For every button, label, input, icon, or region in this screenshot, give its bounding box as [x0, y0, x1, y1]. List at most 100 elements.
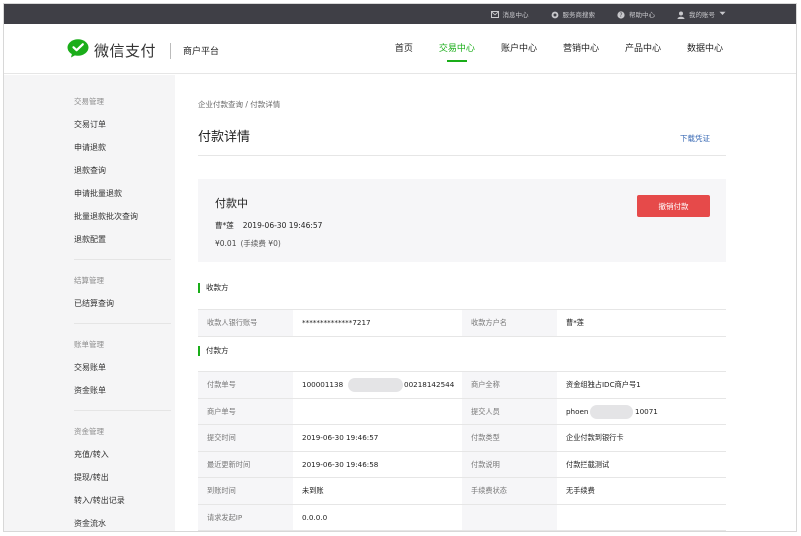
sidebar-group-transaction: 交易管理 交易订单 申请退款 退款查询 申请批量退款 批量退款批次查询 退款配置 [74, 90, 175, 251]
status-meta: 曹*莲 2019-06-30 19:46:57 [215, 220, 322, 231]
merchant-full-name-value: 资金组独占IDC商户号1 [566, 380, 641, 389]
field-label: 付款类型 [462, 425, 557, 451]
table-row: 商户单号 提交人员 phoen 10071 [198, 398, 726, 425]
payee-account-value: **************7217 [302, 318, 371, 327]
nav-marketing-center[interactable]: 营销中心 [550, 24, 612, 74]
sidebar-item-fund-flow[interactable]: 资金流水 [74, 512, 175, 531]
table-row: 付款单号 100001138 00218142544 商户全称 资金组独占IDC… [198, 372, 726, 399]
service-fee: (手续费 ¥0) [240, 239, 281, 248]
nav-data-center[interactable]: 数据中心 [674, 24, 736, 74]
title-divider [198, 155, 726, 156]
sidebar-item-withdraw[interactable]: 提现/转出 [74, 466, 175, 489]
payee-name: 曹*莲 [215, 221, 234, 230]
payer-section-title: 付款方 [198, 346, 229, 356]
field-label: 商户单号 [198, 398, 293, 424]
help-center-label: 帮助中心 [629, 11, 655, 19]
main-header: 微信支付 商户平台 首页 交易中心 账户中心 营销中心 产品中心 数据中心 [4, 24, 796, 74]
my-account-label: 我的账号 [689, 11, 715, 19]
provider-search-label: 服务商搜索 [562, 11, 596, 19]
payment-number-value: 100001138 00218142544 [293, 372, 462, 398]
sidebar-group-bills: 账单管理 交易账单 资金账单 [74, 333, 175, 402]
cancel-payment-button[interactable]: 撤销付款 [637, 195, 710, 217]
request-ip-value: 0.0.0.0 [302, 512, 328, 522]
sidebar-divider [74, 410, 171, 411]
sidebar-item-refund-query[interactable]: 退款查询 [74, 159, 175, 182]
field-label: 手续费状态 [462, 478, 557, 504]
sidebar-group-settlement: 结算管理 已结算查询 [74, 269, 175, 315]
table-row: 请求发起IP 0.0.0.0 [198, 504, 726, 531]
redaction-mask [590, 404, 633, 419]
brand-logo[interactable]: 微信支付 商户平台 [67, 39, 219, 62]
logo-divider [170, 42, 172, 59]
help-icon: ? [617, 10, 625, 19]
status-amount: ¥0.01 (手续费 ¥0) [215, 238, 281, 249]
field-label: 最近更新时间 [198, 451, 293, 477]
chevron-down-icon [719, 10, 726, 18]
message-center-link[interactable]: 消息中心 [490, 9, 529, 19]
field-label: 收款人银行账号 [198, 310, 293, 336]
table-row: 收款人银行账号 **************7217 收款方户名 曹*莲 [198, 310, 726, 337]
sidebar-item-settled-query[interactable]: 已结算查询 [74, 292, 175, 315]
sidebar-group-title: 资金管理 [74, 427, 104, 436]
arrival-time-value: 未到账 [302, 486, 324, 495]
payer-table: 付款单号 100001138 00218142544 商户全称 资金组独占IDC… [198, 371, 726, 531]
platform-name: 商户平台 [183, 47, 220, 57]
field-label: 付款单号 [198, 372, 293, 398]
sidebar-item-transfer-records[interactable]: 转入/转出记录 [74, 489, 175, 512]
field-label: 请求发起IP [198, 504, 293, 530]
my-account-menu[interactable]: 我的账号 [677, 9, 726, 19]
payment-status: 付款中 [215, 197, 248, 210]
field-label [462, 504, 557, 530]
submitter-value: phoen 10071 [557, 399, 726, 425]
provider-search-link[interactable]: 服务商搜索 [551, 9, 596, 19]
redaction-mask [348, 378, 403, 392]
field-label: 商户全称 [462, 372, 557, 398]
sidebar-divider [74, 259, 171, 260]
sidebar-item-recharge[interactable]: 充值/转入 [74, 443, 175, 466]
sidebar-item-trade-orders[interactable]: 交易订单 [74, 113, 175, 136]
top-utility-bar: 消息中心 服务商搜索 ? 帮助中心 我的账号 [4, 4, 796, 24]
submitter-prefix: phoen [566, 406, 589, 416]
table-row: 最近更新时间 2019-06-30 19:46:58 付款说明 付款拦截测试 [198, 451, 726, 478]
main-nav: 首页 交易中心 账户中心 营销中心 产品中心 数据中心 [382, 24, 736, 74]
field-label: 收款方户名 [462, 310, 557, 336]
fee-status-value: 无手续费 [566, 486, 595, 495]
page-title: 付款详情 [198, 130, 251, 145]
table-row: 提交时间 2019-06-30 19:46:57 付款类型 企业付款到银行卡 [198, 425, 726, 452]
nav-transaction-center[interactable]: 交易中心 [426, 24, 488, 74]
nav-account-center[interactable]: 账户中心 [488, 24, 550, 74]
status-time: 2019-06-30 19:46:57 [242, 221, 323, 230]
sidebar-item-batch-refund-query[interactable]: 批量退款批次查询 [74, 205, 175, 228]
payment-status-card: 付款中 曹*莲 2019-06-30 19:46:57 ¥0.01 (手续费 ¥0)… [198, 179, 726, 262]
wechat-pay-logo-icon [67, 39, 89, 62]
field-label: 付款说明 [462, 451, 557, 477]
last-update-value: 2019-06-30 19:46:58 [302, 459, 379, 469]
svg-text:?: ? [619, 12, 622, 19]
sidebar-item-refund-config[interactable]: 退款配置 [74, 228, 175, 251]
sidebar-item-trade-bill[interactable]: 交易账单 [74, 356, 175, 379]
sidebar-item-apply-refund[interactable]: 申请退款 [74, 136, 175, 159]
user-icon [677, 11, 685, 19]
sidebar-item-fund-bill[interactable]: 资金账单 [74, 379, 175, 402]
submitter-suffix: 10071 [635, 406, 658, 416]
mail-icon [490, 10, 499, 18]
payment-type-value: 企业付款到银行卡 [566, 433, 624, 442]
payee-section-title: 收款方 [198, 283, 229, 293]
download-voucher-link[interactable]: 下载凭证 [680, 133, 710, 144]
empty-value [557, 505, 726, 531]
sidebar: 交易管理 交易订单 申请退款 退款查询 申请批量退款 批量退款批次查询 退款配置… [4, 75, 175, 531]
help-center-link[interactable]: ? 帮助中心 [617, 9, 655, 19]
sidebar-group-title: 账单管理 [74, 340, 104, 349]
breadcrumb[interactable]: 企业付款查询 / 付款详情 [198, 99, 280, 110]
main-content: 企业付款查询 / 付款详情 付款详情 下载凭证 付款中 曹*莲 2019-06-3… [175, 75, 796, 531]
field-label: 到账时间 [198, 478, 293, 504]
brand-name: 微信支付 [94, 42, 157, 60]
payment-note-value: 付款拦截测试 [566, 459, 610, 469]
nav-product-center[interactable]: 产品中心 [612, 24, 674, 74]
sidebar-group-title: 交易管理 [74, 97, 104, 106]
sidebar-item-batch-refund[interactable]: 申请批量退款 [74, 182, 175, 205]
field-label: 提交时间 [198, 425, 293, 451]
message-center-label: 消息中心 [502, 11, 529, 19]
table-row: 到账时间 未到账 手续费状态 无手续费 [198, 478, 726, 505]
nav-home[interactable]: 首页 [382, 24, 426, 74]
